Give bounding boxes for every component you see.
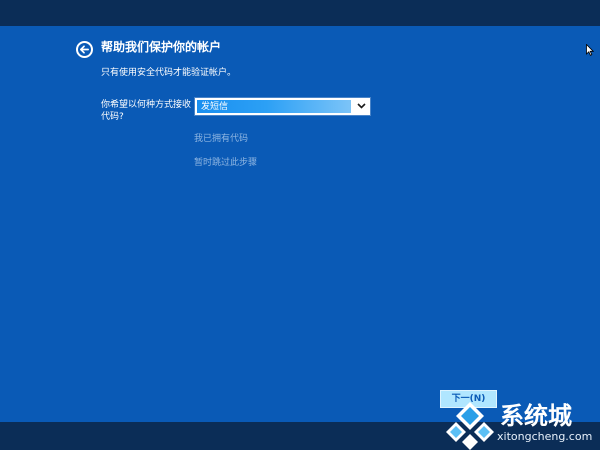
watermark-brand: 系统城 xyxy=(500,402,572,430)
page-title: 帮助我们保护你的帐户 xyxy=(101,40,222,54)
method-select[interactable]: 发短信 xyxy=(194,97,371,116)
have-code-link[interactable]: 我已拥有代码 xyxy=(194,133,248,145)
chevron-down-icon xyxy=(357,103,366,109)
select-value: 发短信 xyxy=(201,102,229,112)
top-band xyxy=(0,0,600,26)
skip-step-link[interactable]: 暂时跳过此步骤 xyxy=(194,157,257,169)
method-label: 你希望以何种方式接收代码? xyxy=(101,100,192,122)
diamond-logo-icon xyxy=(444,398,496,450)
mouse-pointer-icon xyxy=(586,44,594,56)
watermark-url: xitongcheng.com xyxy=(497,430,593,443)
page-subtitle: 只有使用安全代码才能验证帐户。 xyxy=(101,68,237,78)
back-arrow-icon xyxy=(80,45,89,54)
back-button[interactable] xyxy=(76,41,93,58)
